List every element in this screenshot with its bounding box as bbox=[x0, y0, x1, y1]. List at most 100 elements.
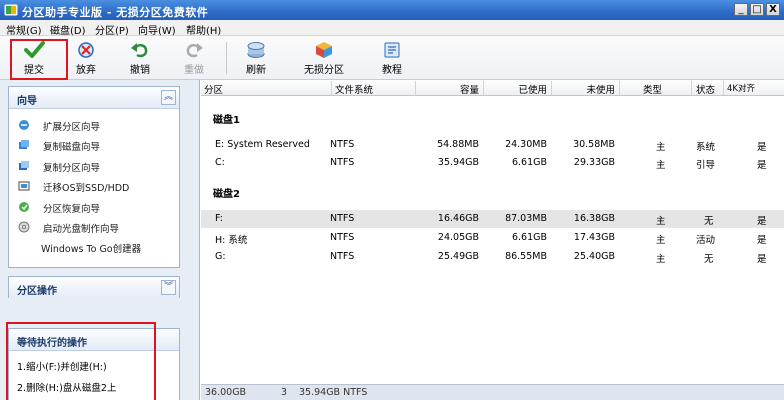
redo-icon bbox=[186, 43, 203, 58]
undo-button[interactable]: 撤销 bbox=[120, 38, 160, 78]
maximize-button[interactable]: □ bbox=[750, 3, 764, 16]
partition-ops-header: 分区操作 ︾ bbox=[9, 277, 179, 299]
cell-used: 6.61GB bbox=[511, 232, 547, 243]
cell-partition: E: System Reserved bbox=[215, 139, 310, 150]
cell-unused: 30.58MB bbox=[573, 139, 615, 150]
wizard-extend-partition[interactable]: 扩展分区向导 bbox=[9, 115, 179, 135]
collapse-wizard-button[interactable]: ︽ bbox=[161, 90, 176, 105]
col-filesystem[interactable]: 文件系统 bbox=[335, 82, 373, 96]
app-icon bbox=[4, 4, 18, 16]
lossless-partition-label: 无损分区 bbox=[304, 65, 344, 76]
close-button[interactable]: X bbox=[766, 3, 780, 16]
wizard-item-label: 扩展分区向导 bbox=[43, 122, 101, 133]
wizard-item-label: 分区恢复向导 bbox=[43, 203, 101, 215]
table-row[interactable]: G: NTFS 25.49GB 86.55MB 25.40GB 主 无 是 bbox=[201, 248, 784, 266]
cell-status: 系统 bbox=[696, 142, 716, 153]
refresh-icon bbox=[247, 42, 265, 58]
pending-highlight-box bbox=[6, 322, 156, 400]
lossless-partition-icon bbox=[316, 42, 332, 58]
cell-used: 24.30MB bbox=[505, 139, 547, 150]
wizard-bootable-media[interactable]: 启动光盘制作向导 bbox=[9, 217, 179, 237]
minimize-button[interactable]: _ bbox=[734, 3, 748, 16]
table-row[interactable]: E: System Reserved NTFS 54.88MB 24.30MB … bbox=[201, 136, 784, 154]
copy-disk-icon bbox=[19, 140, 29, 150]
cell-status: 活动 bbox=[696, 235, 716, 246]
table-header: 分区 文件系统 容量 已使用 未使用 类型 状态 4K对齐 bbox=[201, 80, 784, 96]
partition-table: 分区 文件系统 容量 已使用 未使用 类型 状态 4K对齐 磁盘1 E: Sys… bbox=[201, 80, 784, 400]
col-4k-align[interactable]: 4K对齐 bbox=[727, 82, 755, 94]
wizard-migrate-os[interactable]: 迁移OS到SSD/HDD bbox=[9, 176, 179, 196]
wizard-item-label: 迁移OS到SSD/HDD bbox=[43, 183, 130, 195]
redo-button[interactable]: 重做 bbox=[174, 38, 214, 78]
cell-fs: NTFS bbox=[330, 139, 355, 150]
disk-group-label: 磁盘1 bbox=[213, 115, 240, 126]
wizard-panel-header: 向导 ︽ bbox=[9, 87, 179, 109]
refresh-label: 刷新 bbox=[246, 65, 266, 76]
wizard-item-label: 复制磁盘向导 bbox=[43, 142, 101, 154]
cell-unused: 25.40GB bbox=[573, 251, 615, 262]
refresh-button[interactable]: 刷新 bbox=[236, 38, 276, 78]
lossless-partition-button[interactable]: 无损分区 bbox=[298, 38, 350, 78]
expand-partition-ops-button[interactable]: ︾ bbox=[161, 280, 176, 295]
wizard-copy-partition[interactable]: 复制分区向导 bbox=[9, 156, 179, 176]
wizard-item-label: Windows To Go创建器 bbox=[41, 244, 142, 256]
cell-type: 主 bbox=[656, 216, 666, 227]
cell-type: 主 bbox=[656, 160, 666, 171]
col-status[interactable]: 状态 bbox=[696, 82, 715, 96]
column-separator bbox=[691, 81, 692, 95]
cell-unused: 17.43GB bbox=[573, 232, 615, 243]
table-row[interactable]: C: NTFS 35.94GB 6.61GB 29.33GB 主 引导 是 bbox=[201, 154, 784, 172]
menu-general[interactable]: 常规(G) bbox=[6, 22, 42, 37]
cell-type: 主 bbox=[656, 254, 666, 265]
title-bar: 分区助手专业版 - 无损分区免费软件 _ □ X bbox=[0, 0, 784, 20]
tutorial-button[interactable]: 教程 bbox=[372, 38, 412, 78]
table-row-selected[interactable]: F: NTFS 16.46GB 87.03MB 16.38GB 主 无 是 bbox=[201, 210, 784, 228]
col-type[interactable]: 类型 bbox=[643, 82, 662, 96]
cell-partition: G: bbox=[215, 251, 226, 262]
partition-ops-panel: 分区操作 ︾ bbox=[8, 276, 180, 299]
cell-partition: C: bbox=[215, 157, 225, 168]
extend-partition-icon bbox=[19, 120, 29, 130]
col-unused[interactable]: 未使用 bbox=[551, 82, 615, 96]
tutorial-label: 教程 bbox=[382, 65, 402, 76]
cell-used: 86.55MB bbox=[505, 251, 547, 262]
cell-used: 87.03MB bbox=[505, 213, 547, 224]
cell-capacity: 16.46GB bbox=[437, 213, 479, 224]
cell-unused: 29.33GB bbox=[573, 157, 615, 168]
cell-fs: NTFS bbox=[330, 157, 355, 168]
wizard-windows-to-go[interactable]: Windows To Go创建器 bbox=[9, 237, 179, 257]
cell-capacity: 35.94GB bbox=[437, 157, 479, 168]
column-separator bbox=[723, 81, 724, 95]
undo-icon bbox=[131, 43, 148, 58]
menu-disk[interactable]: 磁盘(D) bbox=[50, 22, 86, 37]
cell-fs: NTFS bbox=[330, 251, 355, 262]
wizard-item-label: 复制分区向导 bbox=[43, 162, 101, 174]
cell-partition: H: 系统 bbox=[215, 235, 248, 246]
toolbar-separator bbox=[226, 42, 227, 74]
cell-status: 无 bbox=[704, 216, 714, 227]
col-capacity[interactable]: 容量 bbox=[415, 82, 479, 96]
wizard-partition-recovery[interactable]: 分区恢复向导 bbox=[9, 197, 179, 217]
wizard-panel: 向导 ︽ 扩展分区向导 复制磁盘向导 复制分区向导 迁移OS到SSD/HDD 分… bbox=[8, 86, 180, 268]
column-separator bbox=[331, 81, 332, 95]
menu-wizard[interactable]: 向导(W) bbox=[138, 22, 176, 37]
cell-capacity: 54.88MB bbox=[437, 139, 479, 150]
cell-align: 是 bbox=[757, 216, 767, 227]
wizard-copy-disk[interactable]: 复制磁盘向导 bbox=[9, 135, 179, 155]
col-used[interactable]: 已使用 bbox=[483, 82, 547, 96]
col-partition[interactable]: 分区 bbox=[204, 82, 223, 96]
wizard-item-label: 启动光盘制作向导 bbox=[43, 223, 120, 235]
cell-capacity: 24.05GB bbox=[437, 232, 479, 243]
discard-button[interactable]: 放弃 bbox=[66, 38, 106, 78]
menu-partition[interactable]: 分区(P) bbox=[95, 22, 129, 37]
discard-label: 放弃 bbox=[76, 65, 96, 76]
disk-map-index: 3 bbox=[281, 387, 288, 398]
cell-unused: 16.38GB bbox=[573, 213, 615, 224]
copy-partition-icon bbox=[19, 160, 29, 170]
cell-align: 是 bbox=[757, 142, 767, 153]
menu-help[interactable]: 帮助(H) bbox=[186, 22, 221, 37]
tutorial-icon bbox=[384, 42, 400, 58]
table-row[interactable]: H: 系统 NTFS 24.05GB 6.61GB 17.43GB 主 活动 是 bbox=[201, 229, 784, 247]
disk-map-strip[interactable]: 36.00GB 3 35.94GB NTFS bbox=[201, 384, 784, 400]
partition-recovery-icon bbox=[19, 201, 29, 212]
